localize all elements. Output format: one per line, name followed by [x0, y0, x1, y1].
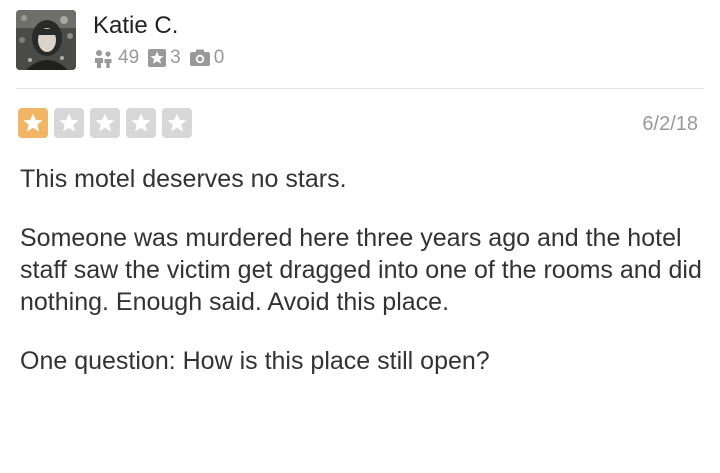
photos-stat: 0 — [189, 47, 225, 69]
review-star-icon — [148, 49, 167, 67]
avatar-image — [16, 10, 76, 70]
star-icon — [95, 113, 115, 132]
star-icon — [167, 113, 187, 132]
star-empty — [54, 108, 84, 138]
divider — [16, 88, 704, 89]
friends-stat: 49 — [93, 47, 139, 69]
star-empty — [90, 108, 120, 138]
star-icon — [23, 113, 43, 132]
star-rating — [18, 108, 198, 138]
star-empty — [162, 108, 192, 138]
camera-icon — [189, 49, 210, 66]
user-stats: 49 3 0 — [93, 47, 232, 69]
star-icon — [131, 113, 151, 132]
star-filled — [18, 108, 48, 138]
friends-count: 49 — [118, 47, 140, 68]
avatar[interactable] — [16, 10, 76, 70]
review-paragraph: This motel deserves no stars. — [20, 165, 347, 193]
star-empty — [126, 108, 156, 138]
review-paragraph: One question: How is this place still op… — [20, 347, 490, 375]
star-icon — [59, 113, 79, 132]
username[interactable]: Katie C. — [93, 12, 178, 40]
reviews-count: 3 — [170, 47, 181, 68]
review-paragraph: Someone was murdered here three years ag… — [20, 224, 702, 316]
review-date: 6/2/18 — [642, 113, 698, 135]
photos-count: 0 — [213, 47, 225, 68]
friends-icon — [95, 50, 112, 68]
reviews-stat: 3 — [147, 47, 181, 69]
review-text: This motel deserves no stars. Someone wa… — [20, 163, 710, 404]
